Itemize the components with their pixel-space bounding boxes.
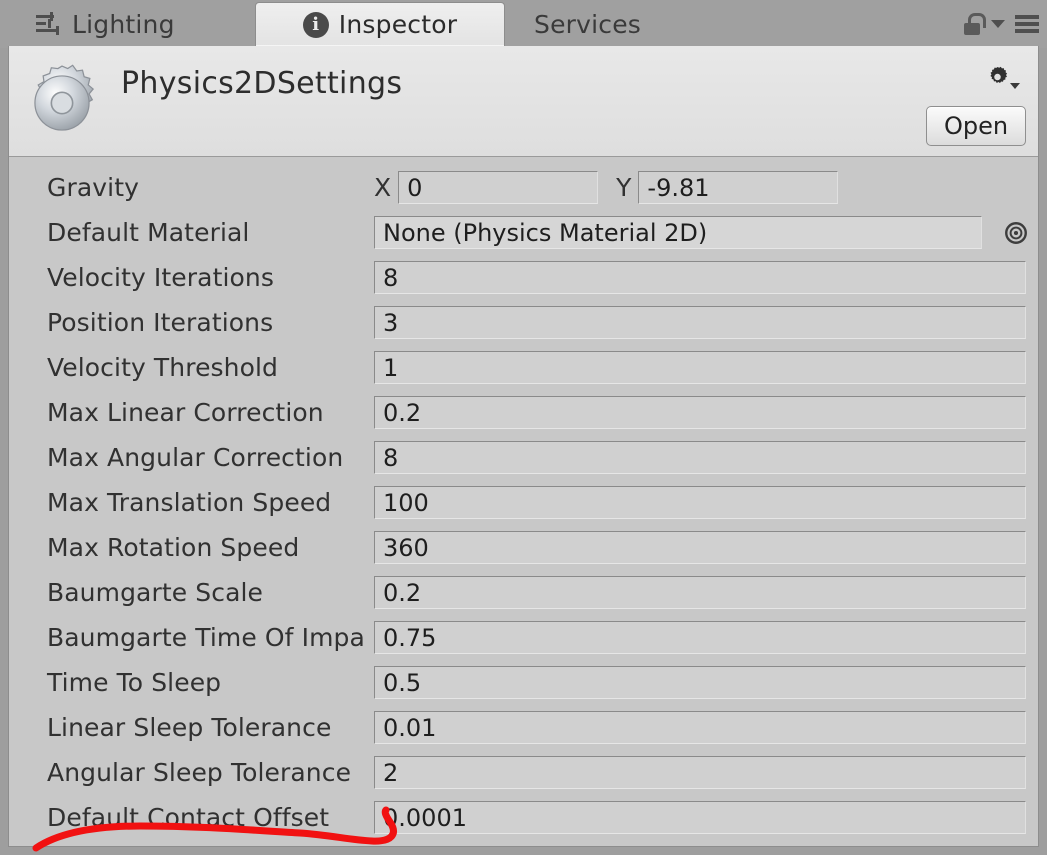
property-label: Angular Sleep Tolerance	[47, 758, 352, 787]
property-row: Velocity Threshold 1	[9, 345, 1038, 390]
property-input[interactable]: 0.75	[374, 621, 1026, 654]
property-row: Velocity Iterations 8	[9, 255, 1038, 300]
property-label: Baumgarte Time Of Impa	[47, 623, 365, 652]
property-input[interactable]: 8	[374, 441, 1026, 474]
property-input[interactable]: 100	[374, 486, 1026, 519]
property-row: Max Linear Correction 0.2	[9, 390, 1038, 435]
property-row: Baumgarte Time Of Impa 0.75	[9, 615, 1038, 660]
asset-header: Physics2DSettings Open	[9, 46, 1038, 157]
page-title: Physics2DSettings	[121, 66, 403, 101]
tab-services-label: Services	[534, 9, 642, 39]
property-row: Max Translation Speed 100	[9, 480, 1038, 525]
property-label: Max Linear Correction	[47, 398, 324, 427]
property-input[interactable]: 0.2	[374, 396, 1026, 429]
tab-bar-controls	[963, 0, 1039, 48]
inspector-panel: Physics2DSettings Open Gravity X 0 Y -9.…	[8, 46, 1039, 847]
property-label: Position Iterations	[47, 308, 274, 337]
property-label: Time To Sleep	[47, 668, 222, 697]
property-label: Max Angular Correction	[47, 443, 344, 472]
gear-small-icon[interactable]	[986, 62, 1020, 92]
property-row: Angular Sleep Tolerance 2	[9, 750, 1038, 795]
property-row: Default Contact Offset 0.0001	[9, 795, 1038, 840]
property-label: Baumgarte Scale	[47, 578, 264, 607]
row-gravity: Gravity X 0 Y -9.81	[9, 165, 1038, 210]
property-input[interactable]: 2	[374, 756, 1026, 789]
gravity-y-input[interactable]: -9.81	[638, 171, 839, 204]
property-input[interactable]: 0.2	[374, 576, 1026, 609]
axis-label-x: X	[374, 173, 392, 202]
property-input[interactable]: 0.5	[374, 666, 1026, 699]
open-button[interactable]: Open	[926, 106, 1026, 146]
property-input[interactable]: 0.0001	[374, 801, 1026, 834]
property-label: Max Translation Speed	[47, 488, 332, 517]
gear-icon	[19, 62, 105, 144]
property-label: Max Rotation Speed	[47, 533, 300, 562]
default-material-object-field[interactable]: None (Physics Material 2D)	[374, 216, 982, 249]
property-row: Position Iterations 3	[9, 300, 1038, 345]
property-label: Default Contact Offset	[47, 803, 330, 832]
property-input[interactable]: 3	[374, 306, 1026, 339]
property-label: Velocity Threshold	[47, 353, 279, 382]
tab-bar: Lighting i Inspector Services	[0, 0, 1047, 48]
property-list: Gravity X 0 Y -9.81 Default Material Non…	[9, 157, 1038, 840]
label-default-material: Default Material	[47, 218, 250, 247]
info-icon: i	[302, 11, 329, 38]
property-row: Max Angular Correction 8	[9, 435, 1038, 480]
property-input[interactable]: 8	[374, 261, 1026, 294]
axis-label-y: Y	[616, 173, 632, 202]
property-row: Linear Sleep Tolerance 0.01	[9, 705, 1038, 750]
tab-inspector[interactable]: i Inspector	[255, 2, 505, 46]
property-input[interactable]: 0.01	[374, 711, 1026, 744]
property-row: Max Rotation Speed 360	[9, 525, 1038, 570]
chevron-down-icon[interactable]	[991, 20, 1005, 28]
hamburger-menu-icon[interactable]	[1015, 15, 1039, 33]
property-label: Velocity Iterations	[47, 263, 274, 292]
tab-inspector-label: Inspector	[338, 10, 458, 39]
sliders-icon	[36, 12, 62, 36]
property-row: Time To Sleep 0.5	[9, 660, 1038, 705]
tab-lighting-label: Lighting	[72, 9, 175, 39]
property-input[interactable]: 1	[374, 351, 1026, 384]
property-input[interactable]: 360	[374, 531, 1026, 564]
tab-services[interactable]: Services	[516, 2, 659, 46]
tab-lighting[interactable]: Lighting	[18, 2, 193, 46]
property-label: Linear Sleep Tolerance	[47, 713, 332, 742]
label-gravity: Gravity	[47, 173, 140, 202]
property-row: Baumgarte Scale 0.2	[9, 570, 1038, 615]
row-default-material: Default Material None (Physics Material …	[9, 210, 1038, 255]
object-picker-icon[interactable]	[994, 220, 1038, 246]
lock-icon[interactable]	[963, 13, 986, 35]
inspector-window: Lighting i Inspector Services Physics2DS…	[0, 0, 1047, 855]
gravity-x-input[interactable]: 0	[398, 171, 599, 204]
